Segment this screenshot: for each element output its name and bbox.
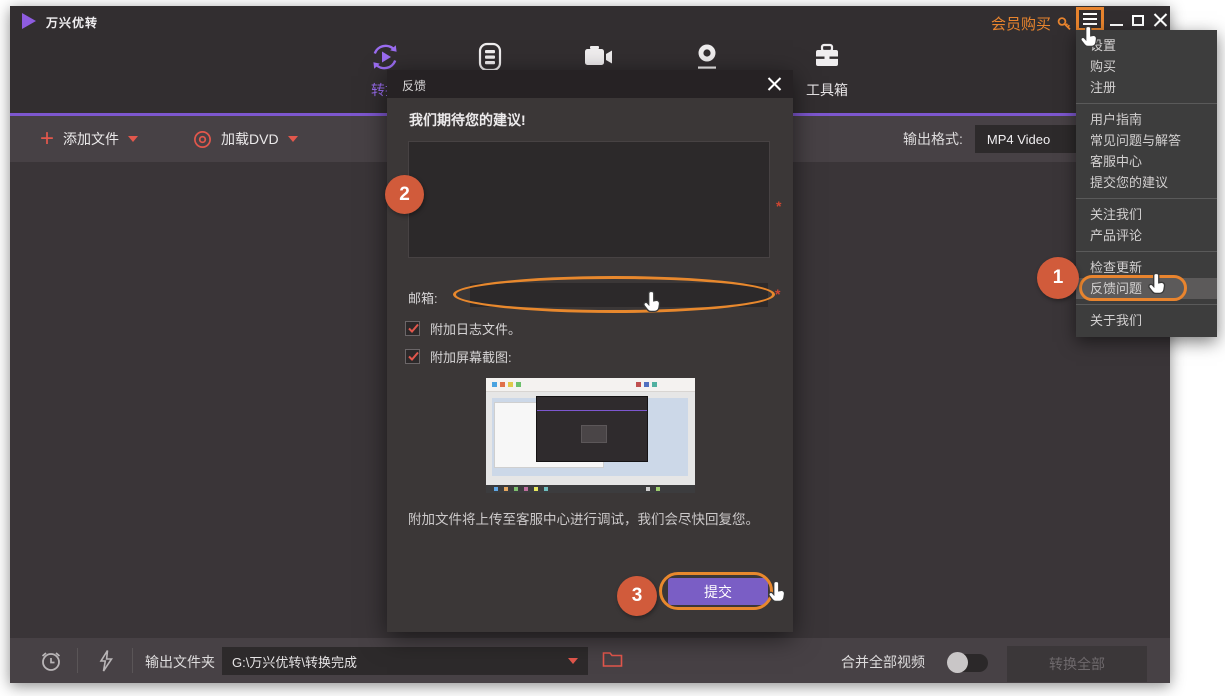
hand-cursor — [643, 290, 665, 314]
toolbox-icon — [785, 40, 869, 74]
load-dvd-button[interactable]: 加载DVD — [193, 116, 298, 162]
add-files-button[interactable]: + 添加文件 — [40, 116, 138, 162]
plus-icon: + — [40, 129, 54, 149]
output-folder-label: 输出文件夹 — [145, 652, 215, 672]
dialog-titlebar: 反馈 — [387, 70, 793, 98]
open-folder-icon[interactable] — [602, 651, 623, 673]
high-speed-icon[interactable] — [94, 648, 118, 679]
maximize-button[interactable] — [1132, 15, 1144, 26]
screenshot-thumbnail — [486, 378, 695, 493]
register-key-icon[interactable] — [1056, 15, 1073, 37]
menu-separator — [1076, 251, 1217, 252]
window-close-button[interactable] — [1153, 13, 1167, 27]
merge-all-label: 合并全部视频 — [841, 652, 925, 672]
schedule-clock-icon[interactable] — [38, 648, 64, 679]
menu-item-follow-us[interactable]: 关注我们 — [1076, 204, 1217, 225]
dialog-close-button[interactable] — [767, 77, 781, 91]
tab-record[interactable] — [665, 40, 749, 74]
tab-video[interactable] — [556, 40, 640, 74]
divider — [132, 648, 133, 673]
menu-item-register[interactable]: 注册 — [1076, 77, 1217, 98]
dialog-heading: 我们期待您的建议! — [409, 110, 526, 130]
menu-item-support-center[interactable]: 客服中心 — [1076, 151, 1217, 172]
menu-separator — [1076, 304, 1217, 305]
screen: 万兴优转 会员购买 — [0, 0, 1225, 696]
attach-screenshot-checkbox-row[interactable]: 附加屏幕截图: — [405, 347, 512, 366]
annotation-step-3: 3 — [617, 576, 657, 616]
required-asterisk: * — [776, 198, 781, 214]
menu-separator — [1076, 198, 1217, 199]
hamburger-menu: 设置 购买 注册 用户指南 常见问题与解答 客服中心 提交您的建议 关注我们 产… — [1076, 30, 1217, 337]
record-icon — [665, 40, 749, 74]
load-dvd-caret-icon[interactable] — [288, 136, 298, 142]
email-highlight-oval — [453, 276, 775, 313]
app-title: 万兴优转 — [46, 14, 98, 31]
tab-compress[interactable] — [448, 40, 532, 74]
required-asterisk: * — [775, 286, 780, 302]
member-buy-link[interactable]: 会员购买 — [991, 13, 1051, 34]
feedback-highlight-oval — [1079, 275, 1187, 301]
add-files-label: 添加文件 — [63, 129, 119, 149]
bottombar: 输出文件夹 G:\万兴优转\转换完成 合并全部视频 转换全部 — [10, 638, 1170, 683]
thumb-app-window — [536, 396, 648, 462]
dialog-title: 反馈 — [402, 77, 426, 94]
video-camera-icon — [556, 40, 640, 74]
menu-item-buy[interactable]: 购买 — [1076, 56, 1217, 77]
divider — [77, 648, 78, 673]
annotation-step-1: 1 — [1037, 257, 1079, 299]
titlebar: 万兴优转 会员购买 — [10, 6, 1170, 34]
menu-item-faq[interactable]: 常见问题与解答 — [1076, 130, 1217, 151]
minimize-button[interactable] — [1110, 24, 1123, 26]
menu-item-about-us[interactable]: 关于我们 — [1076, 310, 1217, 331]
feedback-dialog: 反馈 我们期待您的建议! * 邮箱: * 附加日志文件。 附加屏幕截图: — [387, 70, 793, 632]
hand-cursor — [768, 580, 790, 604]
menu-item-submit-suggestion[interactable]: 提交您的建议 — [1076, 172, 1217, 193]
compress-icon — [448, 40, 532, 74]
close-icon — [767, 77, 781, 91]
app-logo-icon — [22, 13, 36, 29]
menu-item-feedback[interactable]: 反馈问题 — [1076, 278, 1217, 299]
convert-all-button[interactable]: 转换全部 — [1007, 646, 1147, 682]
output-folder-caret-icon[interactable] — [568, 658, 578, 664]
menu-item-product-review[interactable]: 产品评论 — [1076, 225, 1217, 246]
upload-note: 附加文件将上传至客服中心进行调试，我们会尽快回复您。 — [408, 510, 772, 531]
output-folder-input[interactable]: G:\万兴优转\转换完成 — [222, 647, 588, 675]
hand-cursor — [1080, 25, 1102, 49]
close-icon — [1153, 13, 1167, 27]
attach-screenshot-label: 附加屏幕截图: — [430, 347, 512, 366]
tab-toolbox[interactable]: 工具箱 — [785, 40, 869, 100]
submit-highlight-oval — [659, 572, 773, 610]
merge-all-toggle[interactable] — [948, 654, 988, 672]
toggle-knob — [947, 652, 968, 673]
checkbox-checked-icon[interactable] — [405, 321, 420, 336]
hand-cursor — [1148, 272, 1170, 296]
disc-icon — [193, 130, 212, 149]
output-folder-path: G:\万兴优转\转换完成 — [232, 652, 568, 671]
add-files-caret-icon[interactable] — [128, 136, 138, 142]
menu-separator — [1076, 103, 1217, 104]
annotation-step-2: 2 — [385, 175, 424, 214]
load-dvd-label: 加载DVD — [221, 129, 279, 149]
email-label: 邮箱: — [408, 288, 438, 307]
attach-log-checkbox-row[interactable]: 附加日志文件。 — [405, 319, 521, 338]
convert-icon — [343, 40, 427, 74]
tab-toolbox-label: 工具箱 — [785, 80, 869, 100]
attach-log-label: 附加日志文件。 — [430, 319, 521, 338]
output-format-label: 输出格式: — [903, 129, 963, 149]
checkbox-checked-icon[interactable] — [405, 349, 420, 364]
suggestion-textarea[interactable] — [408, 141, 770, 258]
menu-item-user-guide[interactable]: 用户指南 — [1076, 109, 1217, 130]
